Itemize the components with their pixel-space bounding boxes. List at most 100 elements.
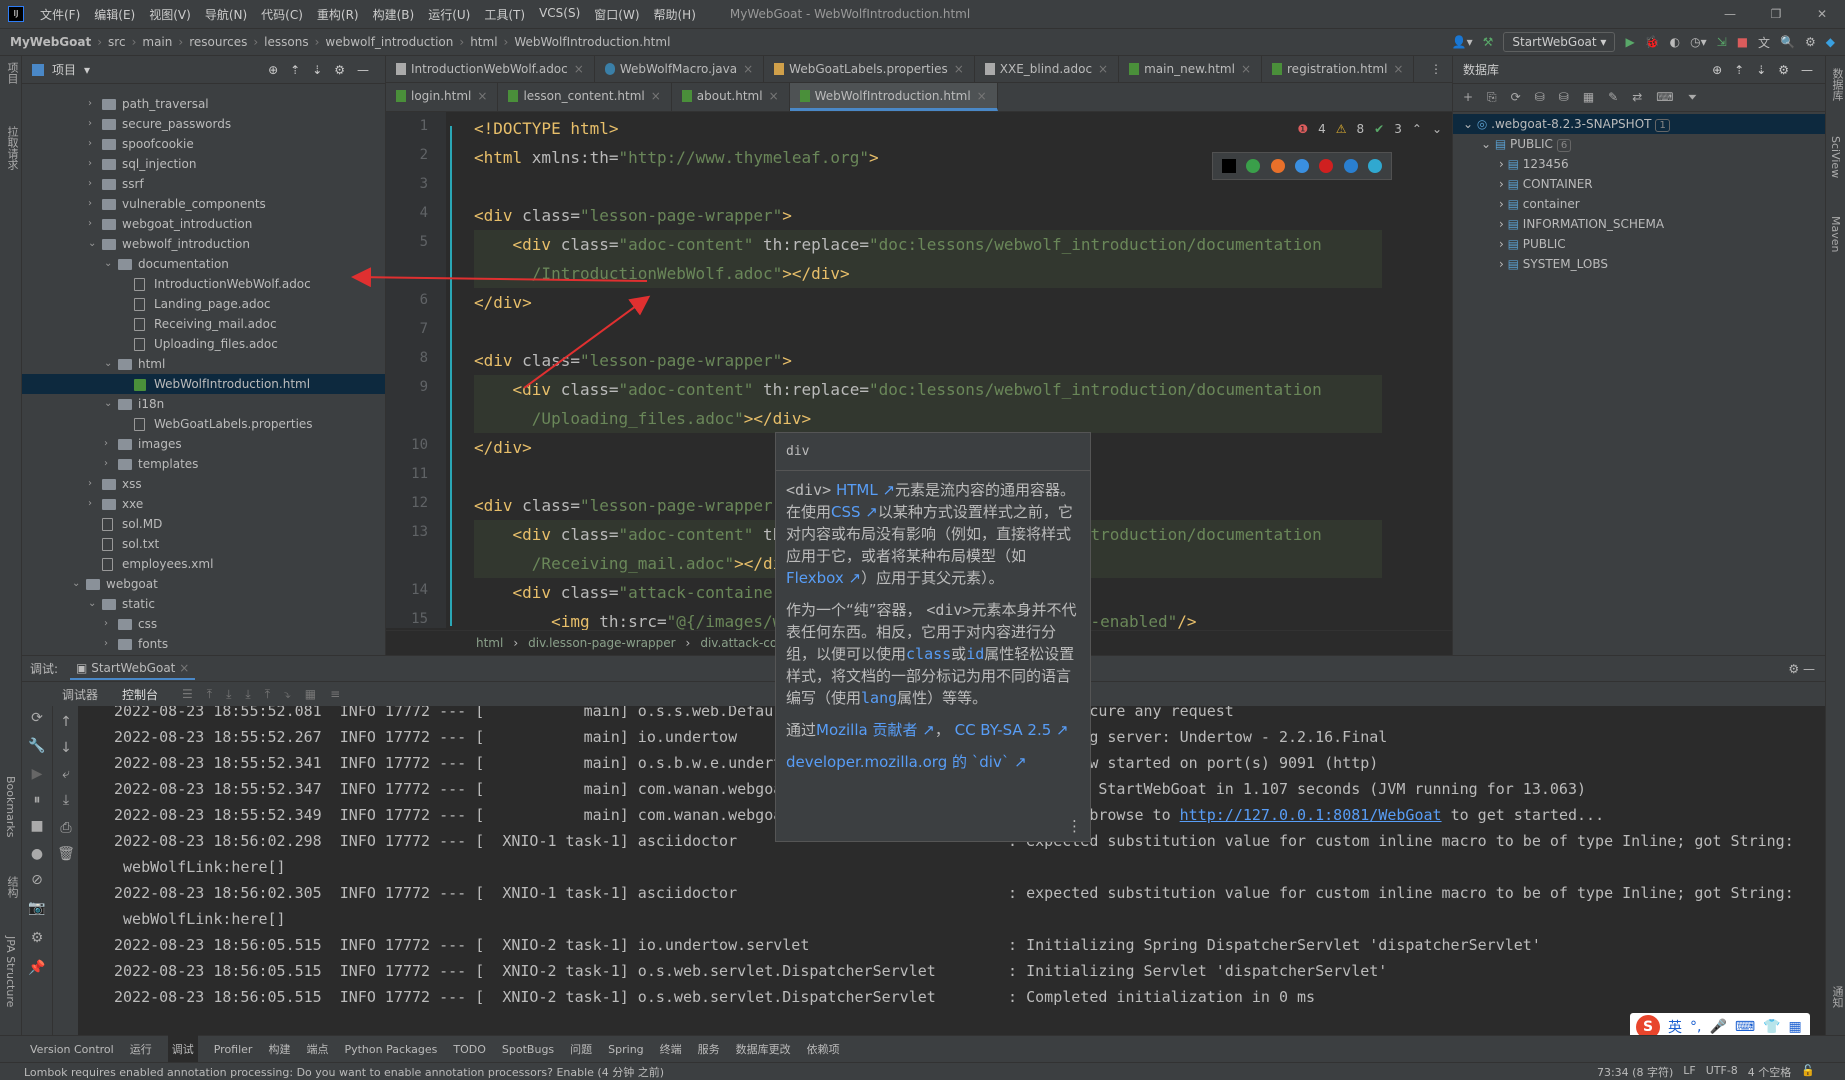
print-icon[interactable]: ⎙ [56, 820, 76, 836]
crumb-html[interactable]: html [476, 636, 503, 650]
chevron-icon[interactable]: › [88, 134, 100, 154]
chevron-icon[interactable]: › [88, 474, 100, 494]
profile-icon[interactable]: ◷▾ [1690, 35, 1707, 49]
close-tab-icon[interactable]: × [743, 62, 753, 76]
doc-link[interactable]: CC BY-SA 2.5 ↗ [955, 721, 1069, 739]
tree-item[interactable]: › fonts [22, 634, 385, 654]
editor-tab[interactable]: main_new.html × [1119, 56, 1263, 82]
close-tab-icon[interactable]: × [574, 62, 584, 76]
lock-icon[interactable]: 🔓 [1801, 1064, 1815, 1080]
database-toolbar[interactable]: +⎘⟳⛁⛁▦✎⇄⌨⏷ [1453, 84, 1825, 112]
tree-item[interactable]: ⌄ documentation [22, 254, 385, 274]
menu-item[interactable]: 文件(F) [40, 6, 80, 23]
code-line[interactable]: <!DOCTYPE html> [474, 114, 619, 143]
tool-window-0[interactable]: Version Control [30, 1043, 114, 1056]
breadcrumb-item[interactable]: WebWolfIntroduction.html [514, 35, 670, 49]
ime-mode[interactable]: 英 [1668, 1017, 1682, 1037]
panel-actions[interactable]: ⊕⇡⇣⚙— [1712, 63, 1825, 77]
build-hammer-icon[interactable]: ⚒ [1483, 35, 1494, 49]
breadcrumb-item[interactable]: resources [189, 35, 247, 49]
trash-icon[interactable]: 🗑 [56, 846, 76, 862]
more-options-icon[interactable]: ⋮ [1067, 817, 1082, 835]
punctuation-icon[interactable]: °, [1690, 1019, 1701, 1035]
chevron-icon[interactable]: › [88, 194, 100, 214]
menu-item[interactable]: 运行(U) [428, 6, 470, 23]
stop-icon[interactable]: ■ [1737, 35, 1748, 49]
menu-item[interactable]: 视图(V) [149, 6, 191, 23]
mute-breakpoints-icon[interactable]: ⊘ [27, 872, 47, 888]
chevron-icon[interactable]: › [104, 434, 116, 454]
doc-link[interactable]: Flexbox ↗ [786, 569, 861, 587]
db-tree-item[interactable]: ⌄ ▤ PUBLIC 6 [1453, 134, 1572, 154]
chevron-icon[interactable]: › [1499, 177, 1508, 191]
opera-icon[interactable] [1319, 159, 1334, 173]
db-tree-item[interactable]: › ▤ 123456 [1453, 154, 1569, 174]
strip-pull-requests[interactable]: 拉取请求 [4, 126, 20, 170]
skin-icon[interactable]: 👕 [1763, 1019, 1780, 1035]
tool-window-9[interactable]: 问题 [570, 1041, 592, 1057]
editor-tab[interactable]: XXE_blind.adoc × [975, 56, 1120, 82]
tab-debugger[interactable]: 调试器 [62, 686, 98, 703]
chevron-icon[interactable]: ⌄ [88, 594, 100, 614]
indent-setting[interactable]: 4 个空格 [1748, 1064, 1792, 1080]
coverage-icon[interactable]: ◐ [1670, 35, 1680, 49]
tool-window-10[interactable]: Spring [608, 1043, 644, 1056]
breadcrumb-item[interactable]: html [470, 35, 497, 49]
inspection-widget[interactable]: ❶4 ⚠ 8 ✔ 3 ⌃ ⌄ [1297, 122, 1442, 136]
chevron-icon[interactable]: › [88, 154, 100, 174]
keyboard-icon[interactable]: ⌨ [1735, 1019, 1755, 1035]
tree-item[interactable]: › css [22, 614, 385, 634]
tree-item[interactable]: ⌄ static [22, 594, 385, 614]
scroll-end-icon[interactable]: ⤓ [56, 792, 76, 808]
step-actions[interactable]: ☰⤒⤓⤓⤒⤵▦≡ [182, 687, 354, 702]
chevron-icon[interactable]: ⌄ [104, 354, 116, 374]
breadcrumb-item[interactable]: webwolf_introduction [325, 35, 453, 49]
stop-icon[interactable]: ■ [27, 818, 47, 834]
tree-item[interactable]: › secure_passwords [22, 114, 385, 134]
tree-item[interactable]: WebGoatLabels.properties [22, 414, 385, 434]
tool-window-7[interactable]: TODO [453, 1043, 486, 1056]
editor-tab[interactable]: registration.html × [1262, 56, 1415, 82]
down-icon[interactable]: ↓ [56, 740, 76, 756]
gear-icon[interactable]: ⚙ [1805, 35, 1816, 49]
jetbrains-toolbox-icon[interactable]: ◆ [1826, 35, 1835, 49]
db-tree-item[interactable]: › ▤ INFORMATION_SCHEMA [1453, 214, 1664, 234]
code-line[interactable]: <div class="lesson-page-wrapper"> [474, 201, 792, 230]
strip-database[interactable]: 数据库 [1829, 68, 1845, 101]
caret-position[interactable]: 73:34 (8 字符) [1597, 1064, 1673, 1080]
up-icon[interactable]: ↑ [56, 714, 76, 730]
tab-console[interactable]: 控制台 [122, 686, 158, 703]
chevron-icon[interactable]: ⌄ [88, 234, 100, 254]
strip-maven[interactable]: Maven [1829, 216, 1842, 252]
strip-jpa-structure[interactable]: JPA Structure [4, 936, 17, 1007]
soft-wrap-icon[interactable]: ⤶ [56, 766, 76, 782]
tree-item[interactable]: ⌄ html [22, 354, 385, 374]
tree-item[interactable]: Uploading_files.adoc [22, 334, 385, 354]
tool-window-14[interactable]: 依赖项 [807, 1041, 840, 1057]
doc-link[interactable]: class [906, 645, 951, 663]
edge-icon[interactable] [1367, 159, 1382, 173]
breadcrumb-item[interactable]: lessons [264, 35, 308, 49]
editor-tab[interactable]: lesson_content.html × [498, 83, 672, 111]
strip-sciview[interactable]: SciView [1829, 136, 1842, 178]
tool-window-8[interactable]: SpotBugs [502, 1043, 554, 1056]
tool-window-5[interactable]: 端点 [306, 1041, 328, 1057]
tool-window-1[interactable]: 运行 [130, 1041, 152, 1057]
chevron-icon[interactable]: › [1499, 237, 1508, 251]
strip-structure[interactable]: 结构 [4, 876, 20, 898]
chevron-icon[interactable]: › [88, 94, 100, 114]
wrench-icon[interactable]: 🔧 [27, 738, 47, 754]
tool-window-13[interactable]: 数据库更改 [736, 1041, 791, 1057]
settings-icon[interactable]: ⚙ [27, 930, 47, 946]
editor-tab[interactable]: IntroductionWebWolf.adoc × [386, 56, 595, 82]
chevron-icon[interactable]: ⌄ [104, 254, 116, 274]
close-tab-icon[interactable]: × [954, 62, 964, 76]
code-line[interactable]: <div class="lesson-page-wrapper"> [474, 346, 792, 375]
tree-item[interactable]: IntroductionWebWolf.adoc [22, 274, 385, 294]
chevron-icon[interactable]: ⌄ [1463, 117, 1477, 131]
chevron-down-icon[interactable]: ▾ [84, 63, 90, 77]
close-tab-icon[interactable]: × [1241, 62, 1251, 76]
console-link[interactable]: http://127.0.0.1:8081/WebGoat [1180, 806, 1442, 824]
menu-item[interactable]: 窗口(W) [594, 6, 639, 23]
pause-icon[interactable]: ⏸ [27, 792, 47, 808]
